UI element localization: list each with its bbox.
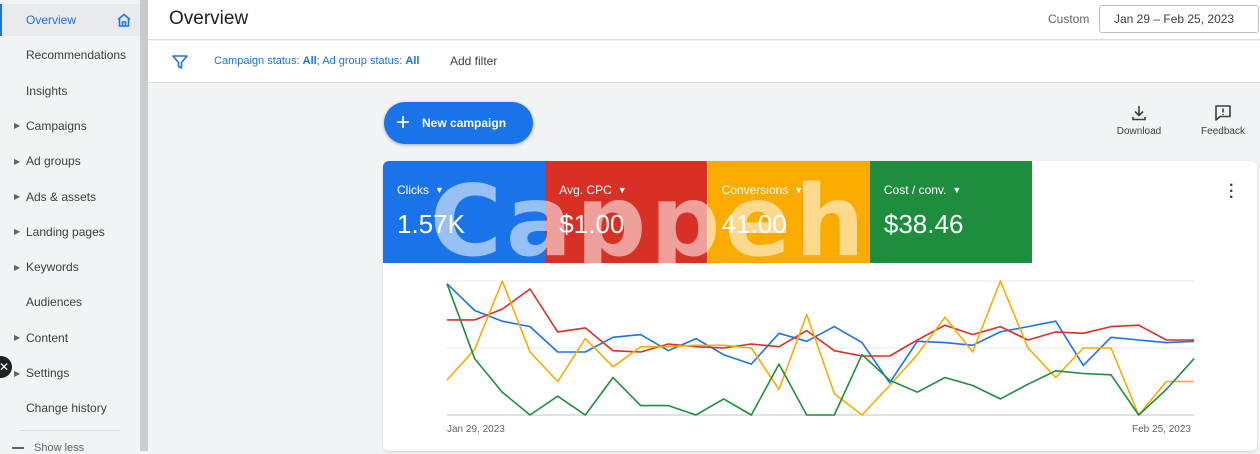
sidebar-item-landing-pages[interactable]: ▶ Landing pages bbox=[0, 216, 140, 248]
sidebar-item-content[interactable]: ▶ Content bbox=[0, 322, 140, 354]
date-range-picker[interactable]: Jan 29 – Feb 25, 2023 bbox=[1099, 5, 1259, 33]
filter-bar: Campaign status: All; Ad group status: A… bbox=[148, 41, 1260, 83]
sidebar-item-label: Audiences bbox=[26, 295, 83, 310]
sidebar-item-label: Settings bbox=[26, 366, 70, 380]
more-options-icon[interactable]: · · · bbox=[1229, 178, 1235, 206]
sidebar-item-label: Keywords bbox=[26, 260, 79, 275]
performance-chart bbox=[446, 280, 1195, 416]
ad-group-status-value: All bbox=[405, 55, 420, 67]
sidebar-item-settings[interactable]: ▶ Settings bbox=[0, 357, 140, 389]
sidebar-item-label: Recommendations bbox=[26, 48, 127, 63]
filter-icon[interactable] bbox=[172, 54, 188, 70]
new-campaign-button[interactable]: + New campaign bbox=[384, 102, 533, 144]
metric-label[interactable]: Avg. CPC ▼ bbox=[559, 183, 626, 197]
date-range-type-label: Custom bbox=[1048, 12, 1090, 26]
performance-card: Clicks ▼ 1.57K Avg. CPC ▼ $1.00 Conversions ▼ 41… bbox=[383, 161, 1257, 451]
x-axis-start-label: Jan 29, 2023 bbox=[447, 424, 505, 435]
campaign-status-label: Campaign status: bbox=[214, 55, 300, 67]
metric-name: Avg. CPC bbox=[559, 183, 612, 197]
sidebar-nav: Overview Recommendations Insights ▶ Campaign… bbox=[0, 0, 140, 454]
metric-name: Clicks bbox=[397, 183, 429, 197]
metric-tile-avg-cpc[interactable]: Avg. CPC ▼ $1.00 bbox=[545, 161, 708, 263]
sidebar-item-label: Campaigns bbox=[26, 118, 87, 133]
sidebar-item-audiences[interactable]: Audiences bbox=[0, 286, 140, 318]
metric-label[interactable]: Conversions ▼ bbox=[722, 183, 804, 197]
download-button[interactable]: Download bbox=[1109, 104, 1169, 137]
sidebar-item-recommendations[interactable]: Recommendations bbox=[0, 39, 140, 71]
metric-tile-clicks[interactable]: Clicks ▼ 1.57K bbox=[383, 161, 545, 263]
expand-caret-icon: ▶ bbox=[14, 333, 21, 343]
sidebar-divider bbox=[20, 430, 120, 431]
dropdown-arrow-icon: ▼ bbox=[435, 185, 444, 195]
show-less-label: Show less bbox=[34, 442, 85, 454]
dropdown-arrow-icon: ▼ bbox=[952, 185, 962, 195]
sidebar-item-ad-groups[interactable]: ▶ Ad groups bbox=[0, 145, 140, 177]
sidebar-scrollbar[interactable] bbox=[140, 0, 148, 451]
metric-value: 41.00 bbox=[721, 209, 787, 239]
metric-tile-cost-conv[interactable]: Cost / conv. ▼ $38.46 bbox=[869, 161, 1032, 263]
expand-caret-icon: ▶ bbox=[14, 262, 21, 272]
metric-label[interactable]: Cost / conv. ▼ bbox=[884, 183, 961, 197]
plus-icon: + bbox=[396, 109, 411, 136]
add-filter-button[interactable]: Add filter bbox=[450, 54, 497, 68]
collapse-dash-icon bbox=[12, 447, 24, 449]
expand-caret-icon: ▶ bbox=[14, 227, 21, 237]
date-range-text: Jan 29 – Feb 25, 2023 bbox=[1114, 12, 1235, 26]
sidebar-item-label: Landing pages bbox=[26, 224, 105, 239]
metric-tile-conversions[interactable]: Conversions ▼ 41.00 bbox=[707, 161, 870, 263]
download-icon bbox=[1132, 106, 1146, 121]
sidebar-item-label: Ad groups bbox=[26, 154, 81, 169]
sidebar-item-label: Overview bbox=[26, 13, 77, 27]
new-campaign-label: New campaign bbox=[422, 116, 507, 130]
sidebar-item-ads-assets[interactable]: ▶ Ads & assets bbox=[0, 181, 140, 213]
metric-name: Cost / conv. bbox=[883, 183, 947, 197]
sidebar-item-keywords[interactable]: ▶ Keywords bbox=[0, 251, 140, 283]
page-title: Overview bbox=[169, 8, 249, 29]
expand-caret-icon: ▶ bbox=[14, 156, 21, 166]
top-bar: Overview Custom Jan 29 – Feb 25, 2023 bbox=[148, 0, 1260, 40]
home-icon bbox=[117, 13, 131, 27]
x-axis-end-label: Feb 25, 2023 bbox=[1132, 424, 1191, 435]
feedback-label: Feedback bbox=[1201, 126, 1245, 137]
sidebar-item-insights[interactable]: Insights bbox=[0, 75, 140, 107]
expand-caret-icon: ▶ bbox=[14, 192, 21, 201]
dropdown-arrow-icon: ▼ bbox=[617, 185, 627, 195]
sidebar-item-change-history[interactable]: Change history bbox=[0, 392, 140, 424]
expand-caret-icon: ▶ bbox=[14, 121, 21, 131]
download-label: Download bbox=[1116, 126, 1162, 137]
sidebar-item-overview[interactable]: Overview bbox=[0, 4, 140, 36]
metric-value: 1.57K bbox=[397, 209, 465, 239]
sidebar-item-label: Content bbox=[26, 330, 69, 345]
expand-caret-icon: ▶ bbox=[14, 368, 21, 378]
ad-group-status-label: Ad group status: bbox=[322, 55, 403, 67]
sidebar-item-label: Change history bbox=[26, 401, 107, 416]
feedback-icon bbox=[1215, 105, 1231, 121]
sidebar-item-campaigns[interactable]: ▶ Campaigns bbox=[0, 110, 140, 142]
sidebar-item-label: Ads & assets bbox=[26, 189, 97, 204]
dropdown-arrow-icon: ▼ bbox=[794, 185, 804, 195]
sidebar-item-label: Insights bbox=[26, 83, 68, 98]
chart-series-line-1 bbox=[447, 288, 1194, 357]
metric-name: Conversions bbox=[721, 183, 789, 197]
feedback-button[interactable]: Feedback bbox=[1193, 104, 1253, 137]
campaign-status-value: All bbox=[302, 55, 317, 67]
metric-value: $1.00 bbox=[559, 209, 625, 239]
show-less-button[interactable]: Show less bbox=[12, 442, 84, 454]
active-filters[interactable]: Campaign status: All; Ad group status: A… bbox=[214, 55, 419, 67]
metric-value: $38.46 bbox=[883, 209, 964, 239]
metric-label[interactable]: Clicks ▼ bbox=[397, 183, 444, 197]
